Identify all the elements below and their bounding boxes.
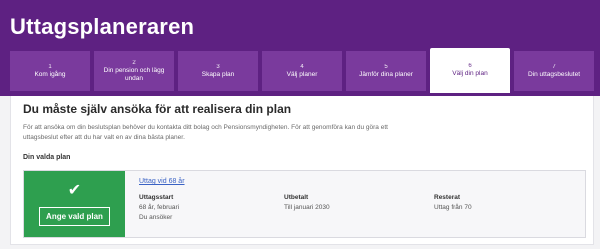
detail-label: Utbetalt (284, 194, 309, 201)
step-label: Kom igång (34, 70, 66, 78)
checkmark-icon: ✔ (67, 181, 82, 199)
tab-step-2[interactable]: 2 Din pension och lägg undan (94, 51, 174, 91)
step-label: Välj din plan (452, 70, 488, 78)
detail-label: Resterat (434, 194, 461, 201)
tab-step-7[interactable]: 7 Din uttagsbeslutet (514, 51, 594, 91)
tab-step-5[interactable]: 5 Jämför dina planer (346, 51, 426, 91)
step-number: 7 (552, 63, 556, 70)
detail-value: Till januari 2030 (284, 204, 330, 211)
plan-detail-remaining: Resterat Uttag från 70 (434, 193, 472, 213)
step-label: Din uttagsbeslutet (527, 70, 581, 78)
step-content-panel: Du måste själv ansöka för att realisera … (10, 96, 594, 245)
plan-card: ✔ Ange vald plan Uttag vid 68 år Uttagss… (23, 170, 586, 238)
detail-value-secondary: Du ansöker (139, 214, 173, 221)
step-tabs: 1 Kom igång 2 Din pension och lägg undan… (10, 48, 594, 96)
instructions-text: För att ansöka om din beslutsplan behöve… (23, 124, 388, 141)
step-number: 5 (384, 63, 388, 70)
header: Uttagsplaneraren 1 Kom igång 2 Din pensi… (0, 0, 600, 96)
select-plan-label: Ange vald plan (39, 206, 110, 226)
step-label: Välj planer (286, 70, 318, 78)
tab-step-3[interactable]: 3 Skapa plan (178, 51, 258, 91)
plan-name-link[interactable]: Uttag vid 68 år (139, 178, 185, 185)
tab-step-6-active[interactable]: 6 Välj din plan (430, 48, 510, 93)
app-window: Uttagsplaneraren 1 Kom igång 2 Din pensi… (0, 0, 600, 249)
page-title: Du måste själv ansöka för att realisera … (23, 102, 292, 116)
tab-step-4[interactable]: 4 Välj planer (262, 51, 342, 91)
step-number: 6 (468, 63, 472, 69)
step-label: Skapa plan (201, 70, 235, 78)
step-number: 3 (216, 63, 220, 70)
plan-detail-start: Uttagsstart 68 år, februari Du ansöker (139, 193, 179, 223)
step-number: 4 (300, 63, 304, 70)
select-plan-button[interactable]: ✔ Ange vald plan (24, 171, 125, 237)
step-label: Jämför dina planer (359, 70, 413, 78)
app-title: Uttagsplaneraren (10, 14, 195, 39)
tab-step-1[interactable]: 1 Kom igång (10, 51, 90, 91)
plan-detail-paid: Utbetalt Till januari 2030 (284, 193, 330, 213)
detail-label: Uttagsstart (139, 194, 174, 201)
detail-value: Uttag från 70 (434, 204, 472, 211)
step-number: 2 (132, 59, 136, 66)
step-number: 1 (48, 63, 52, 70)
step-label: Din pension och lägg undan (103, 66, 165, 82)
detail-value: 68 år, februari (139, 204, 180, 211)
chosen-plan-heading: Din valda plan (23, 154, 71, 161)
